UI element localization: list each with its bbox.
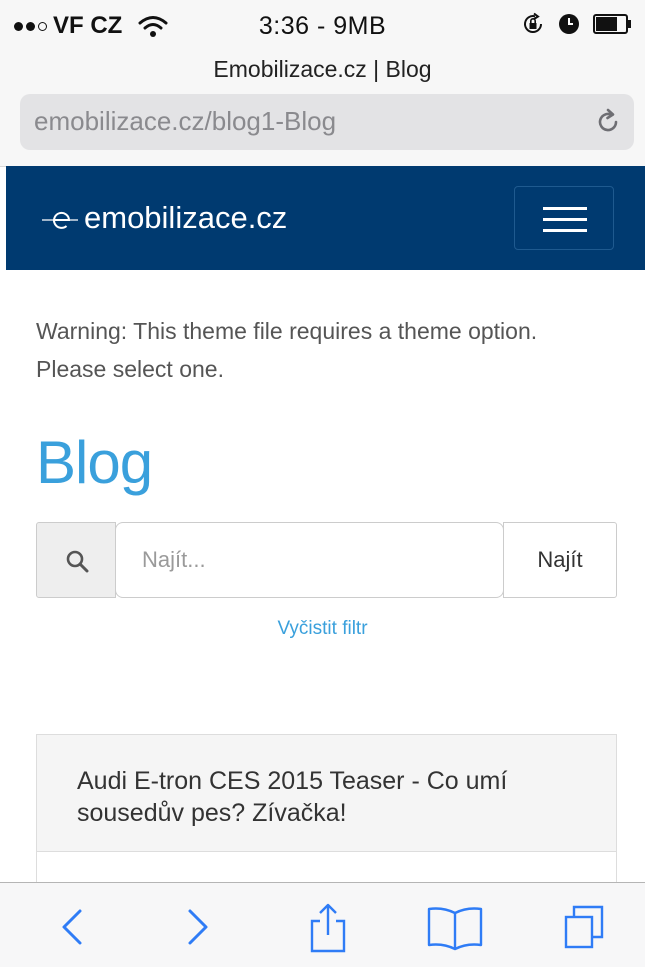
search-addon [36,522,116,598]
back-button[interactable] [50,901,98,953]
browser-toolbar [0,882,645,967]
theme-warning: Warning: This theme file requires a them… [36,318,538,382]
brand-logo-icon [42,211,78,229]
browser-address-bar: Emobilizace.cz | Blog emobilizace.cz/blo… [0,50,645,167]
post-card-heading: Audi E-tron CES 2015 Teaser - Co umí sou… [37,735,616,852]
rotation-lock-icon [524,12,543,33]
url-field[interactable]: emobilizace.cz/blog1-Blog [20,94,634,150]
status-bar: VF CZ 3:36 - 9MB [0,0,645,50]
back-icon[interactable] [50,901,98,953]
battery-icon [593,14,631,34]
search-input[interactable] [115,522,504,598]
post-card: Audi E-tron CES 2015 Teaser - Co umí sou… [36,734,617,894]
bookmarks-icon[interactable] [425,901,485,953]
page-title: Blog [36,429,153,496]
forward-icon[interactable] [174,901,222,953]
url-text[interactable]: emobilizace.cz/blog1-Blog [34,106,336,137]
browser-page-title: Emobilizace.cz | Blog [213,56,432,82]
status-right [521,12,633,36]
tabs-button[interactable] [560,901,608,953]
site-header: emobilizace.cz [6,166,645,270]
share-button[interactable] [304,901,352,953]
reload-icon[interactable] [594,108,622,136]
search-submit-button[interactable]: Najít [503,522,617,598]
clear-filter-link[interactable]: Vyčistit filtr [0,618,645,640]
search-icon [66,550,89,573]
share-icon[interactable] [304,901,352,953]
alarm-icon [559,14,579,34]
bookmarks-button[interactable] [425,901,485,953]
hamburger-menu-icon[interactable] [543,207,587,233]
search-group: Najít [36,522,617,600]
post-title[interactable]: Audi E-tron CES 2015 Teaser - Co umí sou… [77,765,577,829]
forward-button[interactable] [174,901,222,953]
menu-toggle-button[interactable] [514,186,614,250]
brand-name[interactable]: emobilizace.cz [84,200,287,236]
tabs-icon[interactable] [560,901,608,953]
brand-link[interactable]: emobilizace.cz [40,200,287,236]
